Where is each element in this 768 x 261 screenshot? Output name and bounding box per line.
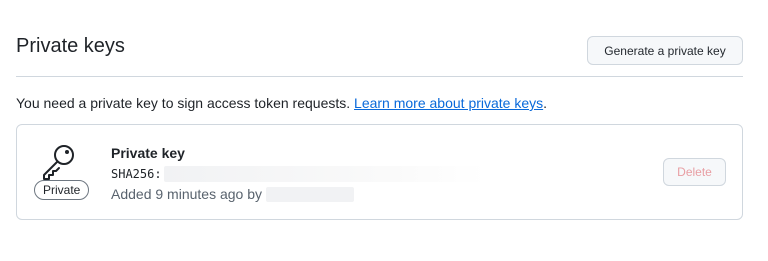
key-icon [43,145,74,180]
info-text: You need a private key to sign access to… [16,95,547,111]
delete-button[interactable]: Delete [663,158,726,186]
section-title: Private keys [16,35,125,57]
key-name: Private key [111,145,185,161]
learn-more-link[interactable]: Learn more about private keys [354,95,543,111]
info-message: You need a private key to sign access to… [16,95,355,111]
added-by-user-redacted [266,186,354,202]
sha-fingerprint-redacted [163,166,486,182]
section-header: Private keys Generate a private key [16,22,743,77]
sha-label: SHA256: [111,167,162,181]
generate-private-key-button[interactable]: Generate a private key [587,36,743,65]
private-keys-section: Private keys Generate a private key You … [0,0,768,261]
added-text: Added 9 minutes ago by [111,186,262,202]
sha-row: SHA256: [111,166,486,182]
private-badge: Private [34,180,90,200]
info-trailing: . [543,95,548,111]
added-row: Added 9 minutes ago by [111,186,354,202]
private-key-card: Private Private key SHA256: Added 9 minu… [16,124,743,220]
